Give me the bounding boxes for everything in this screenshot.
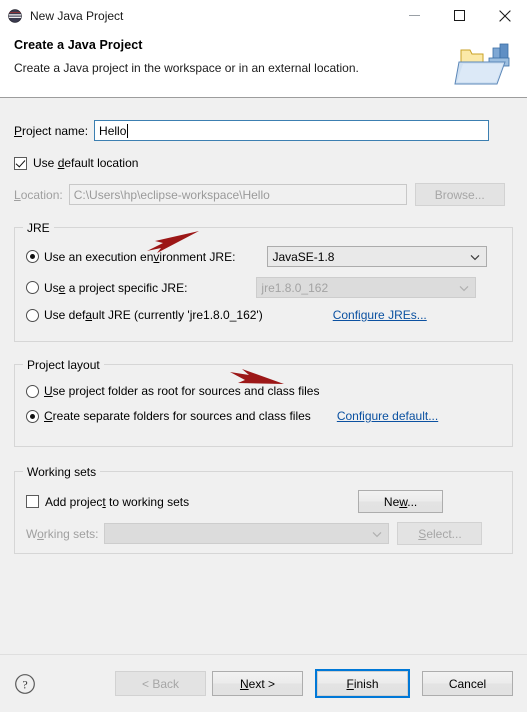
jre-execution-env-value: JavaSE-1.8 bbox=[272, 249, 335, 264]
working-sets-group-title: Working sets bbox=[23, 465, 101, 479]
finish-button-label: Finish bbox=[346, 676, 379, 691]
new-working-set-button[interactable]: New... bbox=[358, 490, 444, 513]
title-bar-left: New Java Project bbox=[0, 8, 123, 24]
jre-execution-env-radio[interactable] bbox=[26, 250, 39, 263]
jre-group: JRE Use an execution environment JRE: Ja… bbox=[14, 221, 513, 342]
window-title: New Java Project bbox=[30, 8, 124, 23]
footer-inner: ? < Back Next > Finish Cancel bbox=[0, 655, 527, 712]
jre-default-label: Use default JRE (currently 'jre1.8.0_162… bbox=[44, 308, 263, 322]
browse-button: Browse... bbox=[414, 183, 505, 206]
location-input: C:\Users\hp\eclipse-workspace\Hello bbox=[68, 184, 407, 205]
layout-project-folder-row[interactable]: Use project folder as root for sources a… bbox=[26, 384, 501, 398]
finish-button[interactable]: Finish bbox=[315, 669, 410, 698]
footer-buttons: < Back Next > Finish Cancel bbox=[115, 669, 513, 698]
cancel-button[interactable]: Cancel bbox=[422, 671, 513, 696]
project-layout-group: Project layout Use project folder as roo… bbox=[14, 358, 513, 447]
chevron-down-icon-working-sets bbox=[372, 527, 382, 541]
layout-separate-folders-row[interactable]: Create separate folders for sources and … bbox=[26, 409, 501, 423]
working-sets-label: Working sets: bbox=[26, 526, 99, 541]
back-button: < Back bbox=[115, 671, 206, 696]
layout-project-folder-radio[interactable] bbox=[26, 384, 39, 398]
working-sets-row: Working sets: Select... bbox=[26, 522, 501, 545]
minimize-icon[interactable] bbox=[392, 0, 437, 31]
jre-execution-env-label: Use an execution environment JRE: bbox=[44, 249, 236, 264]
project-name-label: Project name: bbox=[14, 123, 89, 138]
layout-project-folder-label: Use project folder as root for sources a… bbox=[44, 384, 320, 398]
dialog-content: Project name: Hello Use default location… bbox=[0, 120, 527, 678]
dialog-footer: ? < Back Next > Finish Cancel bbox=[0, 654, 527, 712]
location-label: Location: bbox=[14, 187, 63, 202]
title-bar: New Java Project bbox=[0, 0, 527, 32]
use-default-location-checkbox[interactable] bbox=[14, 156, 27, 170]
page-title: Create a Java Project bbox=[14, 38, 143, 52]
svg-text:?: ? bbox=[22, 677, 27, 691]
jre-project-specific-label: Use a project specific JRE: bbox=[44, 280, 188, 295]
window-controls bbox=[392, 0, 527, 31]
help-icon[interactable]: ? bbox=[14, 673, 36, 695]
maximize-icon[interactable] bbox=[437, 0, 482, 31]
chevron-down-icon-disabled bbox=[459, 281, 469, 295]
jre-default-row[interactable]: Use default JRE (currently 'jre1.8.0_162… bbox=[26, 308, 501, 322]
next-button[interactable]: Next > bbox=[212, 671, 303, 696]
page-description: Create a Java project in the workspace o… bbox=[14, 61, 359, 75]
jre-project-specific-radio[interactable] bbox=[26, 281, 39, 294]
jre-group-title: JRE bbox=[23, 221, 54, 235]
header-separator bbox=[0, 97, 527, 98]
java-project-icon bbox=[7, 8, 23, 24]
jre-project-specific-row[interactable]: Use a project specific JRE: jre1.8.0_162 bbox=[26, 277, 501, 298]
jre-execution-env-row[interactable]: Use an execution environment JRE: JavaSE… bbox=[26, 246, 501, 267]
text-caret bbox=[127, 123, 129, 138]
project-name-value: Hello bbox=[99, 123, 127, 138]
add-to-working-sets-checkbox[interactable] bbox=[26, 495, 39, 508]
chevron-down-icon bbox=[470, 250, 480, 264]
project-name-row: Project name: Hello bbox=[14, 120, 513, 141]
use-default-location-row[interactable]: Use default location bbox=[14, 156, 513, 170]
jre-execution-env-combo[interactable]: JavaSE-1.8 bbox=[267, 246, 488, 267]
project-layout-group-title: Project layout bbox=[23, 358, 104, 372]
select-working-set-button: Select... bbox=[397, 522, 483, 545]
layout-separate-folders-label: Create separate folders for sources and … bbox=[44, 409, 311, 423]
layout-separate-folders-radio[interactable] bbox=[26, 409, 39, 423]
java-project-folder-icon bbox=[453, 40, 519, 92]
location-row: Location: C:\Users\hp\eclipse-workspace\… bbox=[14, 183, 513, 206]
add-to-working-sets-row[interactable]: Add project to working sets New... bbox=[26, 490, 501, 513]
jre-project-specific-combo: jre1.8.0_162 bbox=[256, 277, 477, 298]
add-to-working-sets-label: Add project to working sets bbox=[45, 494, 190, 509]
configure-jres-link[interactable]: Configure JREs... bbox=[333, 308, 427, 322]
select-working-set-label: Select... bbox=[418, 526, 462, 541]
use-default-location-label: Use default location bbox=[33, 156, 139, 170]
close-icon[interactable] bbox=[482, 0, 527, 31]
jre-default-radio[interactable] bbox=[26, 308, 39, 322]
wizard-header: Create a Java Project Create a Java proj… bbox=[0, 32, 527, 97]
jre-project-specific-value: jre1.8.0_162 bbox=[261, 280, 329, 295]
working-sets-combo bbox=[104, 523, 390, 544]
next-button-label: Next > bbox=[239, 676, 276, 691]
location-value: C:\Users\hp\eclipse-workspace\Hello bbox=[73, 187, 270, 202]
configure-default-link[interactable]: Configure default... bbox=[337, 409, 438, 423]
working-sets-group: Working sets Add project to working sets… bbox=[14, 465, 513, 554]
new-working-set-label: New... bbox=[383, 494, 418, 509]
project-name-input[interactable]: Hello bbox=[94, 120, 490, 141]
